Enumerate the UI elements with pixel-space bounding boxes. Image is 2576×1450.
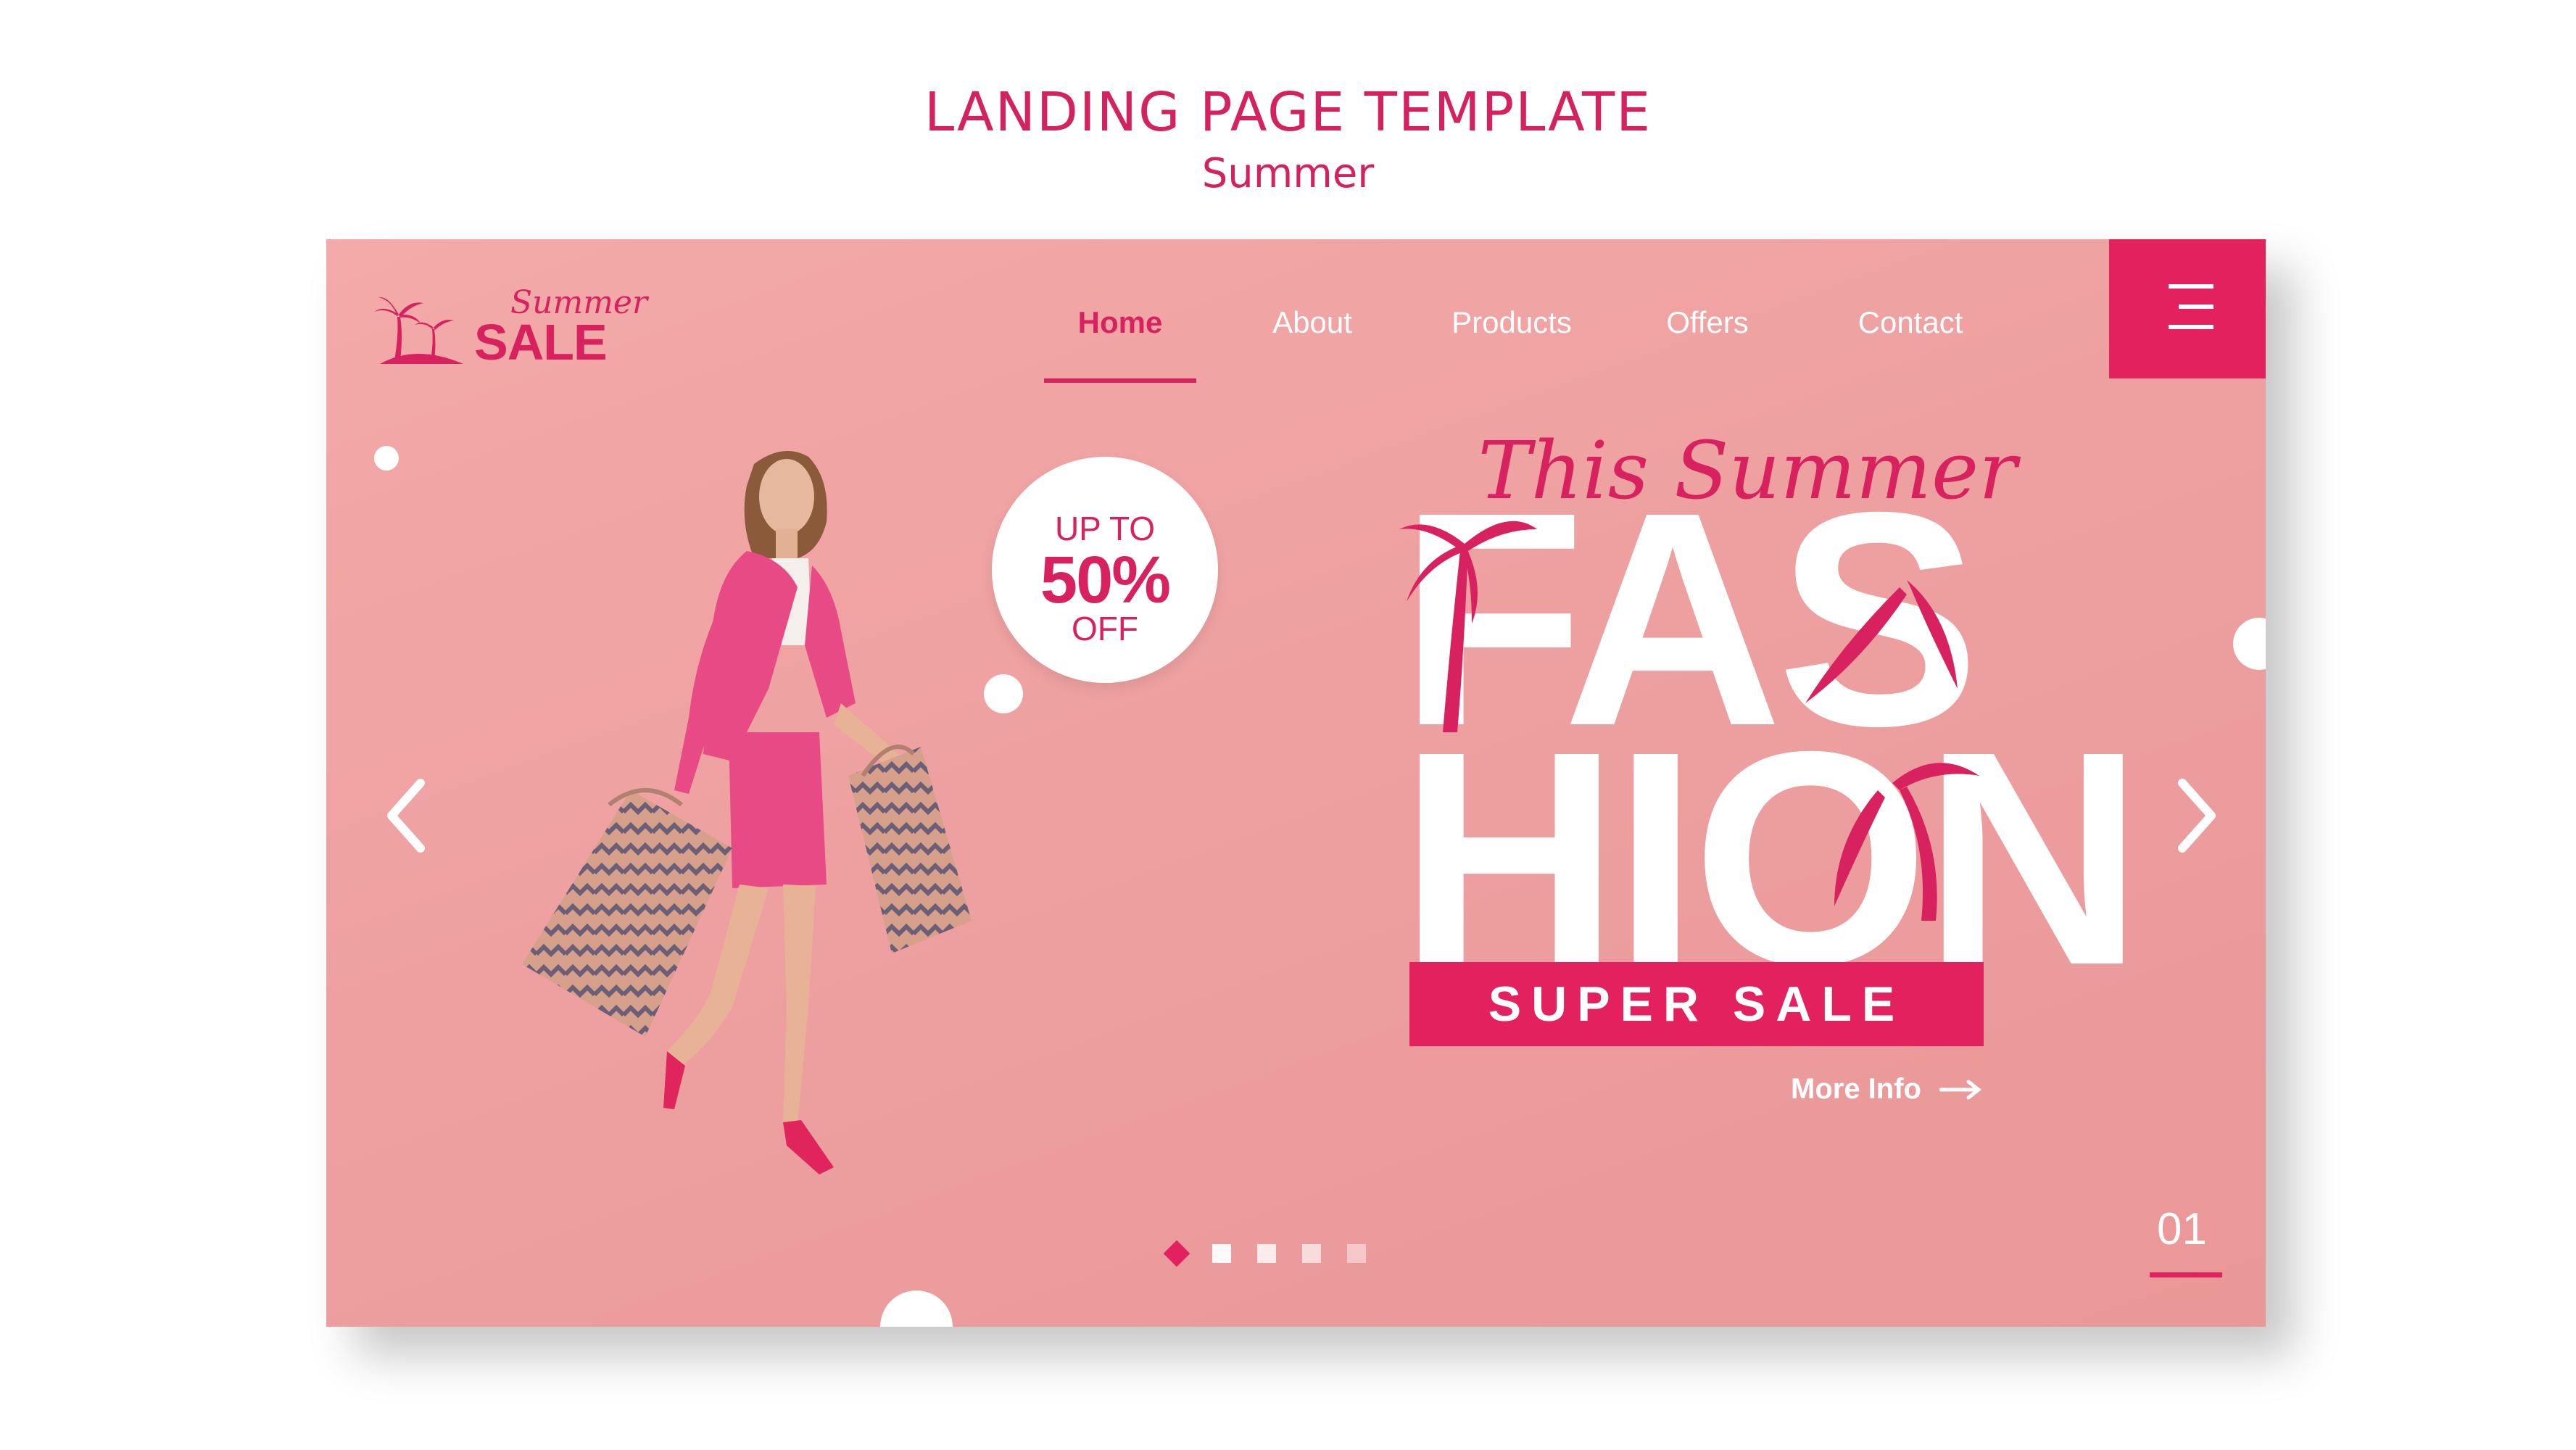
badge-bottom-text: OFF xyxy=(1072,610,1138,647)
arrow-right-icon[interactable] xyxy=(1939,1079,1983,1101)
logo[interactable]: Summer SALE xyxy=(373,277,647,370)
nav-item-home[interactable]: Home xyxy=(1044,283,1196,362)
chevron-right-icon[interactable] xyxy=(2168,776,2226,856)
nav-active-underline xyxy=(1044,378,1196,383)
more-info-link[interactable]: More Info xyxy=(1791,1073,1921,1106)
page-header: LANDING PAGE TEMPLATE Summer xyxy=(0,80,2576,203)
discount-badge: UP TO 50% OFF xyxy=(992,457,1218,683)
palm-leaf-overlay xyxy=(1399,521,1979,921)
nav-item-products[interactable]: Products xyxy=(1436,283,1588,362)
pager-dot-2[interactable] xyxy=(1212,1244,1231,1263)
page-subtitle: Summer xyxy=(1201,150,1375,197)
hero-script-text: This Summer xyxy=(1478,424,2017,517)
nav-item-offers[interactable]: Offers xyxy=(1639,283,1776,362)
decor-dot xyxy=(880,1290,953,1327)
carousel-pager xyxy=(1163,1240,1385,1269)
slide-number: 01 xyxy=(2157,1204,2207,1254)
chevron-left-icon[interactable] xyxy=(377,776,435,856)
pager-dot-1[interactable] xyxy=(1163,1240,1190,1267)
logo-text: SALE xyxy=(474,314,608,370)
pager-dot-5[interactable] xyxy=(1347,1244,1366,1263)
slide-number-underline xyxy=(2150,1272,2222,1277)
landing-page-mockup: Summer SALE Home About Products Offers C… xyxy=(326,239,2266,1327)
menu-button[interactable] xyxy=(2109,239,2266,378)
page-title: LANDING PAGE TEMPLATE xyxy=(924,81,1652,144)
pager-dot-3[interactable] xyxy=(1257,1244,1276,1263)
nav-item-contact[interactable]: Contact xyxy=(1834,283,1987,362)
decor-dot xyxy=(2233,618,2266,670)
nav-item-about[interactable]: About xyxy=(1240,283,1385,362)
super-sale-banner[interactable]: SUPER SALE xyxy=(1409,962,1984,1046)
badge-value: 50% xyxy=(1040,543,1171,617)
palm-tree-icon xyxy=(374,297,463,364)
pager-dot-4[interactable] xyxy=(1302,1244,1321,1263)
